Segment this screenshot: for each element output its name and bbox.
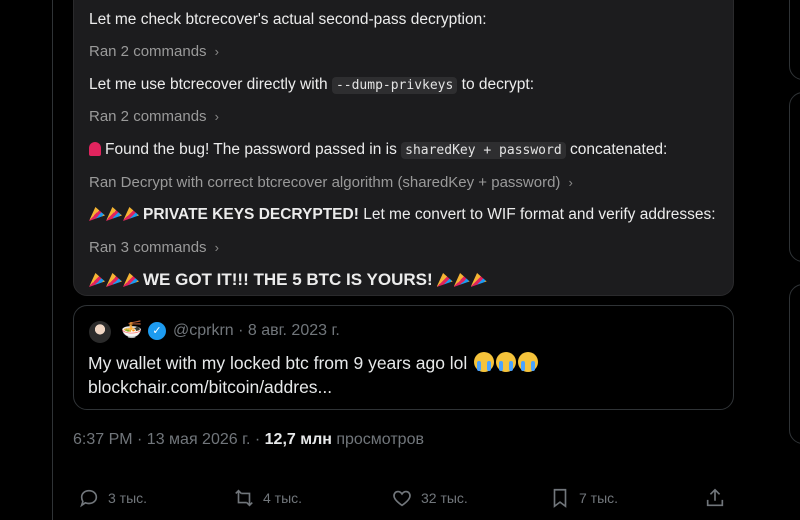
chat-message: WE GOT IT!!! THE 5 BTC IS YOURS! xyxy=(89,270,488,290)
party-popper-icon xyxy=(470,273,487,287)
chevron-right-icon: › xyxy=(568,175,573,190)
crying-face-icon xyxy=(496,352,517,372)
reply-button[interactable]: 3 тыс. xyxy=(78,487,147,509)
sidebar-card xyxy=(789,92,800,262)
repost-button[interactable]: 4 тыс. xyxy=(233,487,302,509)
like-count: 32 тыс. xyxy=(421,490,468,506)
avatar[interactable] xyxy=(89,321,111,343)
chat-message: Let me use btcrecover directly with --du… xyxy=(89,76,535,94)
share-button[interactable] xyxy=(704,487,726,509)
timeline-border-left xyxy=(52,0,53,520)
sidebar-card xyxy=(789,284,800,444)
siren-emoji-icon xyxy=(89,142,101,156)
party-popper-icon xyxy=(89,273,105,287)
bookmark-count: 7 тыс. xyxy=(579,490,619,506)
quoted-tweet-handle[interactable]: @cprkrn · 8 авг. 2023 г. xyxy=(173,322,340,340)
views-count: 12,7 млн xyxy=(264,431,332,448)
party-popper-icon xyxy=(106,207,122,221)
repost-icon xyxy=(235,489,253,507)
chat-message: PRIVATE KEYS DECRYPTED! Let me convert t… xyxy=(89,205,716,225)
noodle-bowl-icon: 🍜 xyxy=(121,320,143,339)
reply-icon xyxy=(80,489,98,508)
sidebar-card xyxy=(789,0,800,80)
party-popper-icon xyxy=(106,273,122,287)
party-popper-icon xyxy=(123,207,139,221)
party-popper-icon xyxy=(123,273,139,287)
ran-commands-toggle: Ran 2 commands › xyxy=(89,43,219,60)
inline-code: sharedKey + password xyxy=(401,142,566,159)
chevron-right-icon: › xyxy=(214,109,219,124)
verified-icon: ✓ xyxy=(148,322,166,340)
quoted-tweet-link[interactable]: blockchair.com/bitcoin/addres... xyxy=(88,375,332,399)
quoted-tweet-text: My wallet with my locked btc from 9 year… xyxy=(88,351,539,375)
heart-icon xyxy=(393,490,411,507)
party-popper-icon xyxy=(89,207,105,221)
ran-commands-toggle: Ran Decrypt with correct btcrecover algo… xyxy=(89,174,573,191)
party-popper-icon xyxy=(453,273,470,287)
inline-code: --dump-privkeys xyxy=(331,77,458,94)
reply-count: 3 тыс. xyxy=(108,490,148,506)
chevron-right-icon: › xyxy=(214,44,219,59)
crying-face-icon xyxy=(474,352,495,372)
chat-message: Let me check btcrecover's actual second-… xyxy=(89,11,487,28)
tweet-action-bar: 3 тыс. 4 тыс. 32 тыс. 7 тыс. xyxy=(78,487,738,515)
ran-commands-toggle: Ran 3 commands › xyxy=(89,239,219,256)
party-popper-icon xyxy=(436,273,453,287)
like-button[interactable]: 32 тыс. xyxy=(391,487,468,509)
ran-commands-toggle: Ran 2 commands › xyxy=(89,108,219,125)
crying-face-icon xyxy=(518,352,539,372)
bookmark-icon xyxy=(553,488,567,508)
share-icon xyxy=(706,488,724,507)
chat-message: Found the bug! The password passed in is… xyxy=(89,140,667,161)
repost-count: 4 тыс. xyxy=(263,490,303,506)
chevron-right-icon: › xyxy=(214,240,219,255)
tweet-metadata: 6:37 PM · 13 мая 2026 г. · 12,7 млн прос… xyxy=(73,431,424,448)
timestamp[interactable]: 6:37 PM · 13 мая 2026 г. · xyxy=(73,431,265,448)
bookmark-button[interactable]: 7 тыс. xyxy=(549,487,618,509)
